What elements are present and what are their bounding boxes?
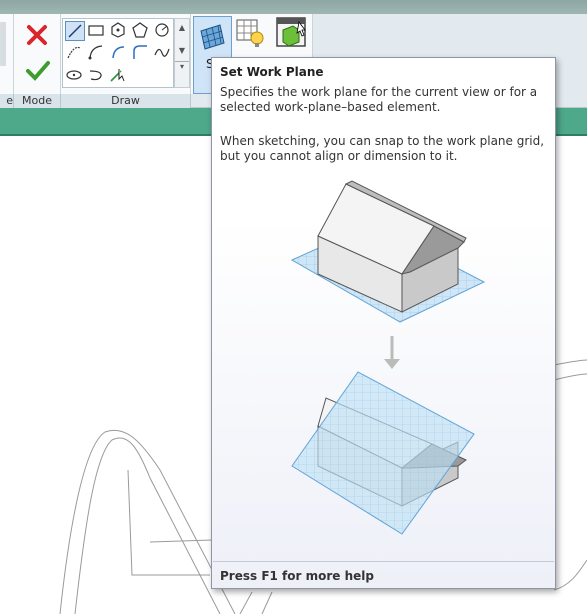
circumscribed-polygon-icon[interactable] xyxy=(131,21,149,39)
start-end-arc-icon[interactable] xyxy=(65,43,83,61)
cancel-x-icon[interactable] xyxy=(25,23,49,51)
rectangle-icon[interactable] xyxy=(87,21,105,39)
finish-check-icon[interactable] xyxy=(25,60,51,86)
workplane-viewer-button[interactable] xyxy=(275,16,309,54)
spline-icon[interactable] xyxy=(153,43,171,61)
circle-icon[interactable] xyxy=(153,21,171,39)
down-arrow-icon xyxy=(384,336,400,369)
partial-tool-icon[interactable] xyxy=(0,22,6,66)
draw-panel-title: Draw xyxy=(61,94,191,108)
tooltip-description: Specifies the work plane for the current… xyxy=(220,85,538,114)
line-icon[interactable] xyxy=(65,21,85,41)
tooltip-note: When sketching, you can snap to the work… xyxy=(220,134,545,163)
mode-panel xyxy=(14,14,61,94)
ellipse-icon[interactable] xyxy=(65,65,83,83)
scroll-up-icon[interactable]: ▲ xyxy=(175,23,189,32)
draw-tools-gallery xyxy=(62,18,174,88)
show-workplane-icon xyxy=(235,16,269,54)
show-workplane-button[interactable] xyxy=(235,16,269,54)
partial-panel-title: e xyxy=(0,94,14,108)
house-on-floor-plane xyxy=(290,180,486,323)
center-ends-arc-icon[interactable] xyxy=(87,43,105,61)
tangent-end-arc-icon[interactable] xyxy=(109,43,127,61)
expand-gallery-icon[interactable]: ▾ xyxy=(175,61,189,71)
tooltip-title: Set Work Plane xyxy=(220,65,324,79)
inscribed-polygon-icon[interactable] xyxy=(109,21,127,39)
gallery-scrollbar[interactable]: ▲ ▼ ▾ xyxy=(174,18,190,88)
set-workplane-tooltip: Set Work Plane Specifies the work plane … xyxy=(211,57,556,589)
partial-panel xyxy=(0,14,14,94)
title-band xyxy=(0,0,587,14)
tooltip-help-hint: Press F1 for more help xyxy=(220,569,374,583)
tooltip-separator xyxy=(213,561,554,562)
scroll-down-icon[interactable]: ▼ xyxy=(175,46,189,55)
tooltip-illustration xyxy=(282,176,492,546)
fillet-arc-icon[interactable] xyxy=(131,43,149,61)
set-workplane-icon xyxy=(198,21,226,55)
mode-panel-title: Mode xyxy=(14,94,61,108)
partial-ellipse-icon[interactable] xyxy=(87,65,105,83)
house-on-roof-plane xyxy=(291,371,475,535)
pick-lines-icon[interactable] xyxy=(109,65,127,83)
workplane-viewer-icon xyxy=(275,16,309,54)
